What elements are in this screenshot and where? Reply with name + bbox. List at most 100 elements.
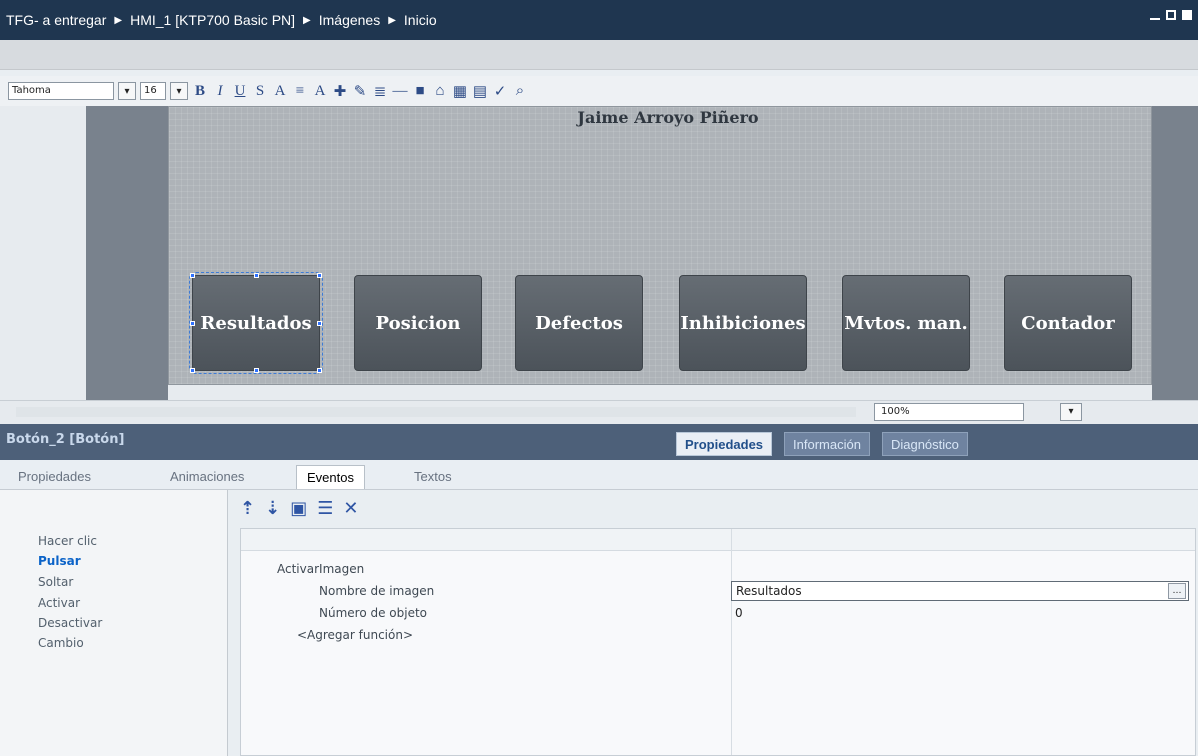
window-controls [1150,10,1192,20]
font-name-input[interactable]: Tahoma [8,82,114,100]
group-icon[interactable]: ▦ [452,82,468,100]
expand-icon[interactable]: ▣ [290,498,307,519]
selection-handle[interactable] [254,273,259,278]
event-release[interactable]: Soltar [38,575,73,589]
breadcrumb-separator-icon: ▶ [303,14,311,26]
grid-icon[interactable]: ▤ [472,82,488,100]
breadcrumb-device[interactable]: HMI_1 [KTP700 Basic PN] [130,12,295,28]
add-function-link[interactable]: <Agregar función> [297,628,413,642]
function-toolbar: ⇡ ⇣ ▣ ☰ ✕ [240,498,358,519]
rotate-icon[interactable]: ⌂ [432,82,448,100]
hmi-button-label: Contador [1021,312,1115,334]
parameter-label: Nombre de imagen [319,584,435,598]
line-style-icon[interactable]: ≣ [372,82,388,100]
hmi-button-label: Inhibiciones [680,312,806,334]
subtab-animations[interactable]: Animaciones [160,465,254,489]
font-size-up-icon[interactable]: A [272,82,288,100]
subtab-properties[interactable]: Propiedades [8,465,101,489]
event-deactivate[interactable]: Desactivar [38,616,102,630]
selection-handle[interactable] [254,368,259,373]
hmi-button-label: Mvtos. man. [844,312,968,334]
scroll-thumb[interactable] [16,407,856,417]
delete-icon[interactable]: ✕ [343,498,358,519]
hmi-canvas-area[interactable]: Jaime Arroyo Piñero Resultados Posicion … [0,106,1198,400]
device-frame-right [1152,106,1198,400]
grid-header [241,529,1195,551]
move-up-icon[interactable]: ⇡ [240,498,255,519]
function-list-grid: ActivarImagen Nombre de imagen Resultado… [240,528,1196,756]
move-down-icon[interactable]: ⇣ [265,498,280,519]
selection-handle[interactable] [190,368,195,373]
selection-handle[interactable] [317,273,322,278]
event-click[interactable]: Hacer clic [38,534,97,548]
line-width-icon[interactable]: — [392,82,408,100]
paint-icon[interactable]: ✓ [492,82,508,100]
hmi-button-label: Posicion [375,312,461,334]
strikethrough-icon[interactable]: S [252,82,268,100]
align-icon[interactable]: ≡ [292,82,308,100]
object-number-value: 0 [735,606,743,620]
selected-object-name: Botón_2 [Botón] [6,432,125,447]
selection-handle[interactable] [190,273,195,278]
close-icon[interactable] [1182,10,1192,20]
magnify-icon[interactable]: ⌕ [512,82,528,100]
tab-information[interactable]: Información [784,432,870,456]
editor-strip [0,40,1198,70]
function-name: ActivarImagen [277,562,365,576]
font-size-dropdown-icon[interactable]: ▾ [170,82,188,100]
breadcrumb-project[interactable]: TFG- a entregar [6,12,106,28]
restore-icon[interactable] [1166,10,1176,20]
event-list: Hacer clic Pulsar Soltar Activar Desacti… [0,490,228,756]
line-color-icon[interactable]: ✎ [352,82,368,100]
device-frame-left [86,106,168,400]
selection-handle[interactable] [317,368,322,373]
image-name-input[interactable]: Resultados … [731,581,1189,601]
hmi-button-position[interactable]: Posicion [354,275,482,371]
selection-handle[interactable] [317,321,322,326]
zoom-dropdown-icon[interactable]: ▾ [1060,403,1082,421]
tab-diagnostics[interactable]: Diagnóstico [881,432,968,456]
browse-icon[interactable]: … [1168,583,1186,599]
selection-handle[interactable] [190,321,195,326]
inspector-tabs: Propiedades Animaciones Eventos Textos [0,460,1198,490]
hmi-button-inhibitions[interactable]: Inhibiciones [679,275,807,371]
tab-properties[interactable]: Propiedades [676,432,773,456]
window-titlebar: TFG- a entregar ▶ HMI_1 [KTP700 Basic PN]… [0,0,1198,40]
underline-icon[interactable]: U [232,82,248,100]
background-color-icon[interactable]: ✚ [332,82,348,100]
bold-icon[interactable]: B [192,82,208,100]
italic-icon[interactable]: I [212,82,228,100]
hmi-button-label: Resultados [200,312,312,334]
subtab-events[interactable]: Eventos [296,465,365,489]
hmi-button-counter[interactable]: Contador [1004,275,1132,371]
breadcrumb-start[interactable]: Inicio [404,12,437,28]
format-toolbar: Tahoma ▾ 16 ▾ B I U S A ≡ A ✚ ✎ ≣ — ■ ⌂ … [0,76,1198,106]
function-row[interactable]: ActivarImagen [241,559,1195,581]
list-icon[interactable]: ☰ [317,498,333,519]
font-size-input[interactable]: 16 [140,82,166,100]
horizontal-scrollbar[interactable]: 100% ▾ [0,400,1198,424]
event-change[interactable]: Cambio [38,636,84,650]
breadcrumb-separator-icon: ▶ [114,14,123,26]
parameter-row[interactable]: Número de objeto 0 [241,603,1195,625]
hmi-button-results[interactable]: Resultados [189,272,323,374]
event-press[interactable]: Pulsar [38,554,81,568]
top-tab-bar: Propiedades Información Diagnóstico [676,432,968,456]
parameter-label: Número de objeto [319,606,428,620]
zoom-input[interactable]: 100% [874,403,1024,421]
hmi-button-label: Defectos [535,312,623,334]
properties-header: Botón_2 [Botón] Propiedades Información … [0,424,1198,460]
breadcrumb-separator-icon: ▶ [388,14,396,26]
hmi-button-manual-moves[interactable]: Mvtos. man. [842,275,970,371]
event-activate[interactable]: Activar [38,596,80,610]
hmi-screen[interactable]: Jaime Arroyo Piñero Resultados Posicion … [168,106,1152,385]
minimize-icon[interactable] [1150,10,1160,20]
add-function-row[interactable]: <Agregar función> [241,625,1195,647]
font-dropdown-icon[interactable]: ▾ [118,82,136,100]
subtab-texts[interactable]: Textos [404,465,462,489]
text-color-icon[interactable]: A [312,82,328,100]
breadcrumb-images[interactable]: Imágenes [319,12,380,28]
layer-icon[interactable]: ■ [412,82,428,100]
hmi-button-defects[interactable]: Defectos [515,275,643,371]
image-name-value: Resultados [736,584,802,598]
